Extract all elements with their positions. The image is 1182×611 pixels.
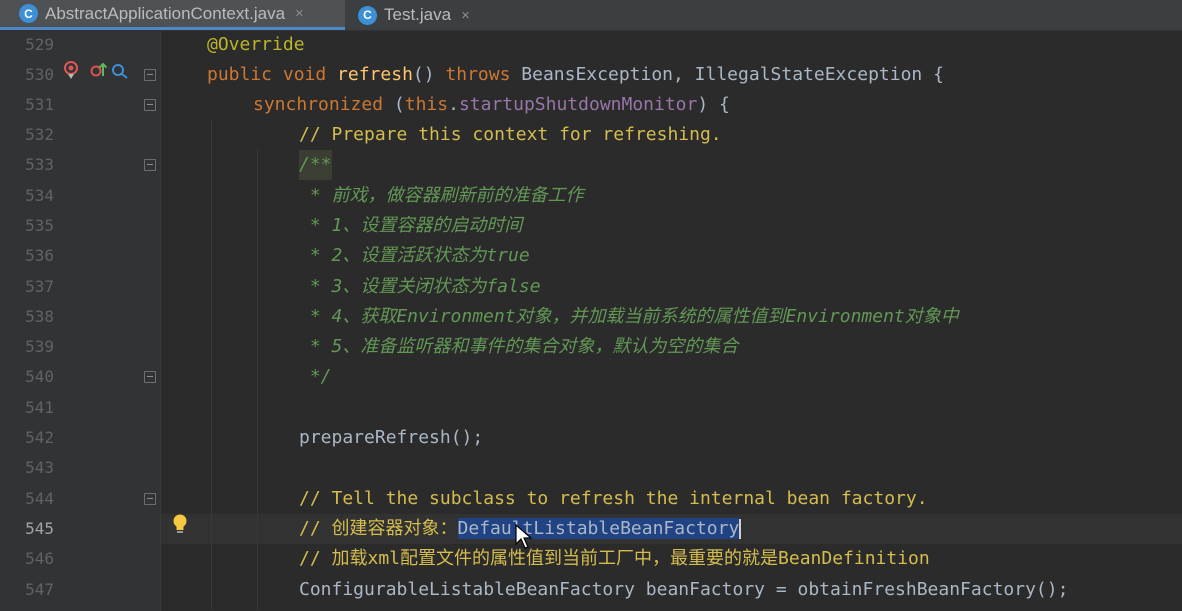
line-number: 543 [25, 458, 54, 477]
tab-abstract-application-context[interactable]: C AbstractApplicationContext.java × [0, 0, 345, 30]
search-usages-icon[interactable] [110, 60, 130, 90]
line-number: 541 [25, 398, 54, 417]
code-line-540: */ [299, 366, 332, 387]
code-line-544: // Tell the subclass to refresh the inte… [299, 488, 928, 509]
editor-tab-bar: C AbstractApplicationContext.java × C Te… [0, 0, 1182, 31]
close-tab-icon[interactable]: × [461, 7, 470, 24]
line-number: 546 [25, 549, 54, 568]
exception-types: BeansException, IllegalStateException { [521, 64, 944, 85]
code-line-532: // Prepare this context for refreshing. [299, 124, 722, 145]
indent-guide [257, 150, 258, 610]
line-number: 533 [25, 155, 54, 174]
code-line-536: * 2、设置活跃状态为true [299, 245, 530, 266]
line-number: 540 [25, 367, 54, 386]
close-tab-icon[interactable]: × [295, 5, 304, 22]
line-number: 539 [25, 337, 54, 356]
line-number: 544 [25, 489, 54, 508]
override-up-icon[interactable] [90, 60, 108, 90]
keyword: this [404, 94, 449, 115]
method-name: refresh [337, 64, 413, 85]
line-number: 532 [25, 125, 54, 144]
tab-label: AbstractApplicationContext.java [45, 3, 286, 23]
line-number: 547 [25, 580, 54, 599]
code-line-530: public void refresh() throws BeansExcept… [207, 60, 944, 90]
line-number: 529 [25, 35, 54, 54]
lightbulb-icon[interactable] [171, 513, 189, 543]
selected-text[interactable]: DefaultListableBeanFactory [457, 518, 740, 539]
java-class-icon: C [358, 5, 377, 25]
code-line-542: prepareRefresh(); [299, 427, 484, 448]
keyword: public void [207, 64, 338, 85]
tab-label: Test.java [384, 5, 452, 24]
keyword: throws [445, 64, 522, 85]
field-name: startupShutdownMonitor [458, 94, 698, 115]
indent-guide [211, 120, 212, 610]
fold-marker[interactable] [144, 99, 156, 111]
code-line-547: ConfigurableListableBeanFactory beanFact… [299, 579, 1069, 600]
code-line-534: * 前戏，做容器刷新前的准备工作 [299, 185, 584, 206]
comment-prefix: // 创建容器对象： [299, 518, 458, 539]
punct: ( [393, 94, 405, 115]
punct: () [412, 64, 446, 85]
tab-test[interactable]: C Test.java × [358, 0, 470, 30]
punct: . [448, 94, 459, 115]
fold-marker[interactable] [144, 69, 156, 81]
code-line-535: * 1、设置容器的启动时间 [299, 215, 523, 236]
line-number: 538 [25, 307, 54, 326]
keyword: synchronized [253, 94, 394, 115]
text-caret [739, 519, 742, 539]
fold-marker[interactable] [144, 371, 156, 383]
code-line-531: synchronized (this.startupShutdownMonito… [253, 90, 730, 120]
code-line-539: * 5、准备监听器和事件的集合对象，默认为空的集合 [299, 336, 739, 357]
mouse-pointer-icon [515, 523, 533, 554]
line-number: 534 [25, 186, 54, 205]
line-number: 530 [25, 65, 54, 84]
code-line-529: @Override [207, 34, 305, 55]
fold-marker[interactable] [144, 159, 156, 171]
line-number: 531 [25, 95, 54, 114]
line-number: 536 [25, 246, 54, 265]
code-line-533: /** [299, 150, 332, 180]
java-class-icon: C [19, 4, 38, 23]
breakpoint-override-icon[interactable] [62, 60, 80, 90]
line-number: 535 [25, 216, 54, 235]
punct: ) { [697, 94, 730, 115]
line-number: 542 [25, 428, 54, 447]
code-line-537: * 3、设置关闭状态为false [299, 276, 541, 297]
code-line-546: // 加载xml配置文件的属性值到当前工厂中，最重要的就是BeanDefinit… [299, 548, 930, 569]
code-line-538: * 4、获取Environment对象，并加载当前系统的属性值到Environm… [299, 306, 959, 327]
line-number-current: 545 [25, 519, 54, 538]
line-number: 537 [25, 277, 54, 296]
fold-marker[interactable] [144, 493, 156, 505]
